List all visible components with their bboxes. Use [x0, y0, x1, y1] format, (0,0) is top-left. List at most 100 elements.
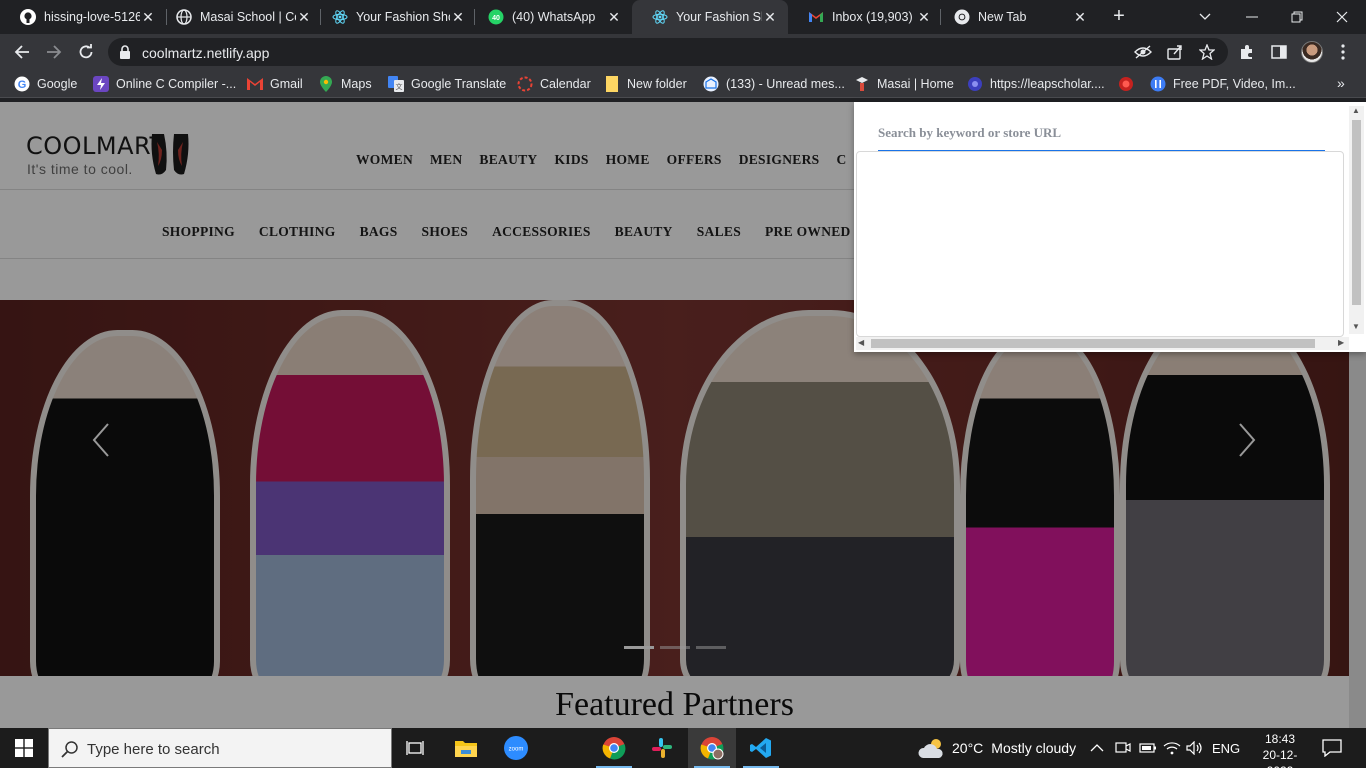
restore-button[interactable]: [1275, 0, 1319, 34]
weather-widget[interactable]: 20°C Mostly cloudy: [918, 728, 1076, 768]
bookmark-google[interactable]: G Google: [14, 75, 77, 93]
scroll-up-icon[interactable]: ▲: [1352, 106, 1360, 115]
task-view-icon: [406, 741, 424, 755]
meet-now-icon[interactable]: [1115, 728, 1131, 768]
minimize-button[interactable]: [1230, 0, 1274, 34]
tab-fashion-1[interactable]: Your Fashion Sho ✕: [312, 0, 476, 34]
windows-icon: [15, 739, 33, 757]
language-indicator[interactable]: ENG: [1212, 728, 1240, 768]
profile-avatar[interactable]: [1301, 41, 1323, 63]
share-icon[interactable]: [1166, 44, 1184, 60]
windows-taskbar: zoom 20°C Mostly cloudy: [0, 728, 1366, 768]
tab-github[interactable]: hissing-love-5126 ✕: [0, 0, 166, 34]
close-icon[interactable]: ✕: [916, 9, 932, 26]
tab-search-chevron-icon[interactable]: [1183, 0, 1227, 34]
clock-time: 18:43: [1264, 732, 1296, 746]
bookmark-label: New folder: [627, 77, 687, 91]
file-explorer-button[interactable]: [442, 728, 490, 768]
tab-fashion-active[interactable]: Your Fashion Sho ✕: [632, 0, 788, 34]
taskbar-search-input[interactable]: [87, 738, 377, 760]
forward-arrow-icon: [47, 45, 62, 59]
show-hidden-icons-icon[interactable]: [1090, 728, 1104, 768]
bookmark-calendar[interactable]: Calendar: [517, 75, 591, 93]
more-menu-icon[interactable]: [1332, 42, 1354, 62]
bookmark-online-c-compiler[interactable]: Online C Compiler -...: [93, 75, 236, 93]
tab-title: (40) WhatsApp: [512, 10, 596, 24]
popup-horizontal-scrollbar[interactable]: ◀ ▶: [856, 337, 1349, 350]
mail-icon: [703, 76, 719, 92]
tab-masai[interactable]: Masai School | Co ✕: [156, 0, 322, 34]
url-text: coolmartz.netlify.app: [142, 45, 270, 61]
extensions-puzzle-icon[interactable]: [1236, 42, 1258, 62]
compiler-icon: [93, 76, 109, 92]
reload-button[interactable]: [73, 39, 99, 65]
popup-vertical-scrollbar[interactable]: ▲ ▼: [1349, 106, 1364, 334]
zoom-icon: zoom: [504, 736, 528, 760]
close-icon[interactable]: ✕: [762, 9, 778, 26]
bookmark-new-folder[interactable]: New folder: [604, 75, 687, 93]
scrollbar-thumb[interactable]: [1352, 120, 1361, 305]
tab-strip: hissing-love-5126 ✕ Masai School | Co ✕ …: [0, 0, 1366, 34]
bookmark-label: Free PDF, Video, Im...: [1173, 77, 1296, 91]
back-button[interactable]: [9, 39, 35, 65]
taskbar-search[interactable]: [48, 728, 392, 768]
bookmark-maps[interactable]: Maps: [318, 75, 372, 93]
bookmark-label: https://leapscholar....: [990, 77, 1105, 91]
bookmark-leapscholar[interactable]: https://leapscholar....: [967, 75, 1105, 93]
task-view-button[interactable]: [392, 728, 440, 768]
close-window-button[interactable]: [1320, 0, 1364, 34]
forward-button[interactable]: [41, 39, 67, 65]
volume-icon[interactable]: [1186, 728, 1204, 768]
close-icon[interactable]: ✕: [1072, 9, 1088, 26]
reload-icon: [79, 44, 93, 59]
bookmark-free-pdf[interactable]: Free PDF, Video, Im...: [1150, 75, 1296, 93]
tab-new-tab[interactable]: New Tab ✕: [934, 0, 1098, 34]
bookmark-label: Calendar: [540, 77, 591, 91]
tab-gmail[interactable]: Inbox (19,903) - s ✕: [788, 0, 942, 34]
bookmark-record[interactable]: [1118, 75, 1141, 93]
chrome-profile-button[interactable]: [688, 728, 736, 768]
bookmarks-overflow-icon[interactable]: »: [1337, 75, 1345, 91]
scrollbar-thumb[interactable]: [871, 339, 1315, 348]
close-icon[interactable]: ✕: [606, 9, 622, 26]
pdf-icon: [1150, 76, 1166, 92]
bookmark-google-translate[interactable]: 文 Google Translate: [388, 75, 506, 93]
search-input[interactable]: [878, 122, 1318, 144]
scroll-left-icon[interactable]: ◀: [858, 338, 864, 347]
slack-button[interactable]: [638, 728, 686, 768]
bookmark-star-icon[interactable]: [1198, 44, 1216, 60]
svg-text:zoom: zoom: [509, 747, 524, 753]
vscode-icon: [750, 738, 771, 758]
vscode-button[interactable]: [737, 728, 785, 768]
scroll-down-icon[interactable]: ▼: [1352, 322, 1360, 331]
globe-icon: [176, 9, 192, 25]
react-icon: [652, 9, 668, 25]
gmail-icon: [247, 76, 263, 92]
maps-icon: [318, 76, 334, 92]
address-bar[interactable]: coolmartz.netlify.app: [108, 38, 1228, 66]
side-panel-icon[interactable]: [1268, 42, 1290, 62]
start-button[interactable]: [0, 728, 48, 768]
wifi-icon[interactable]: [1163, 728, 1181, 768]
bookmark-unread-messages[interactable]: (133) - Unread mes...: [703, 75, 845, 93]
zoom-button[interactable]: zoom: [492, 728, 540, 768]
battery-icon[interactable]: [1139, 728, 1157, 768]
close-icon[interactable]: ✕: [450, 9, 466, 26]
bookmark-masai-home[interactable]: Masai | Home: [854, 75, 954, 93]
bookmark-gmail[interactable]: Gmail: [247, 75, 303, 93]
bookmark-label: Gmail: [270, 77, 303, 91]
masai-icon: [854, 76, 870, 92]
eye-off-icon[interactable]: [1134, 44, 1152, 60]
svg-text:文: 文: [396, 82, 403, 91]
new-tab-button[interactable]: +: [1108, 5, 1130, 27]
calendar-icon: [517, 76, 533, 92]
chrome-profile-icon: [700, 737, 724, 760]
chrome-button[interactable]: [590, 728, 638, 768]
tab-whatsapp[interactable]: 40 (40) WhatsApp ✕: [468, 0, 632, 34]
notifications-icon[interactable]: [1322, 728, 1342, 768]
close-icon[interactable]: ✕: [296, 9, 312, 26]
scroll-right-icon[interactable]: ▶: [1338, 338, 1344, 347]
close-icon[interactable]: ✕: [140, 9, 156, 26]
system-clock[interactable]: 18:43 20-12-2022: [1252, 731, 1308, 768]
weather-temp: 20°C: [952, 740, 984, 756]
